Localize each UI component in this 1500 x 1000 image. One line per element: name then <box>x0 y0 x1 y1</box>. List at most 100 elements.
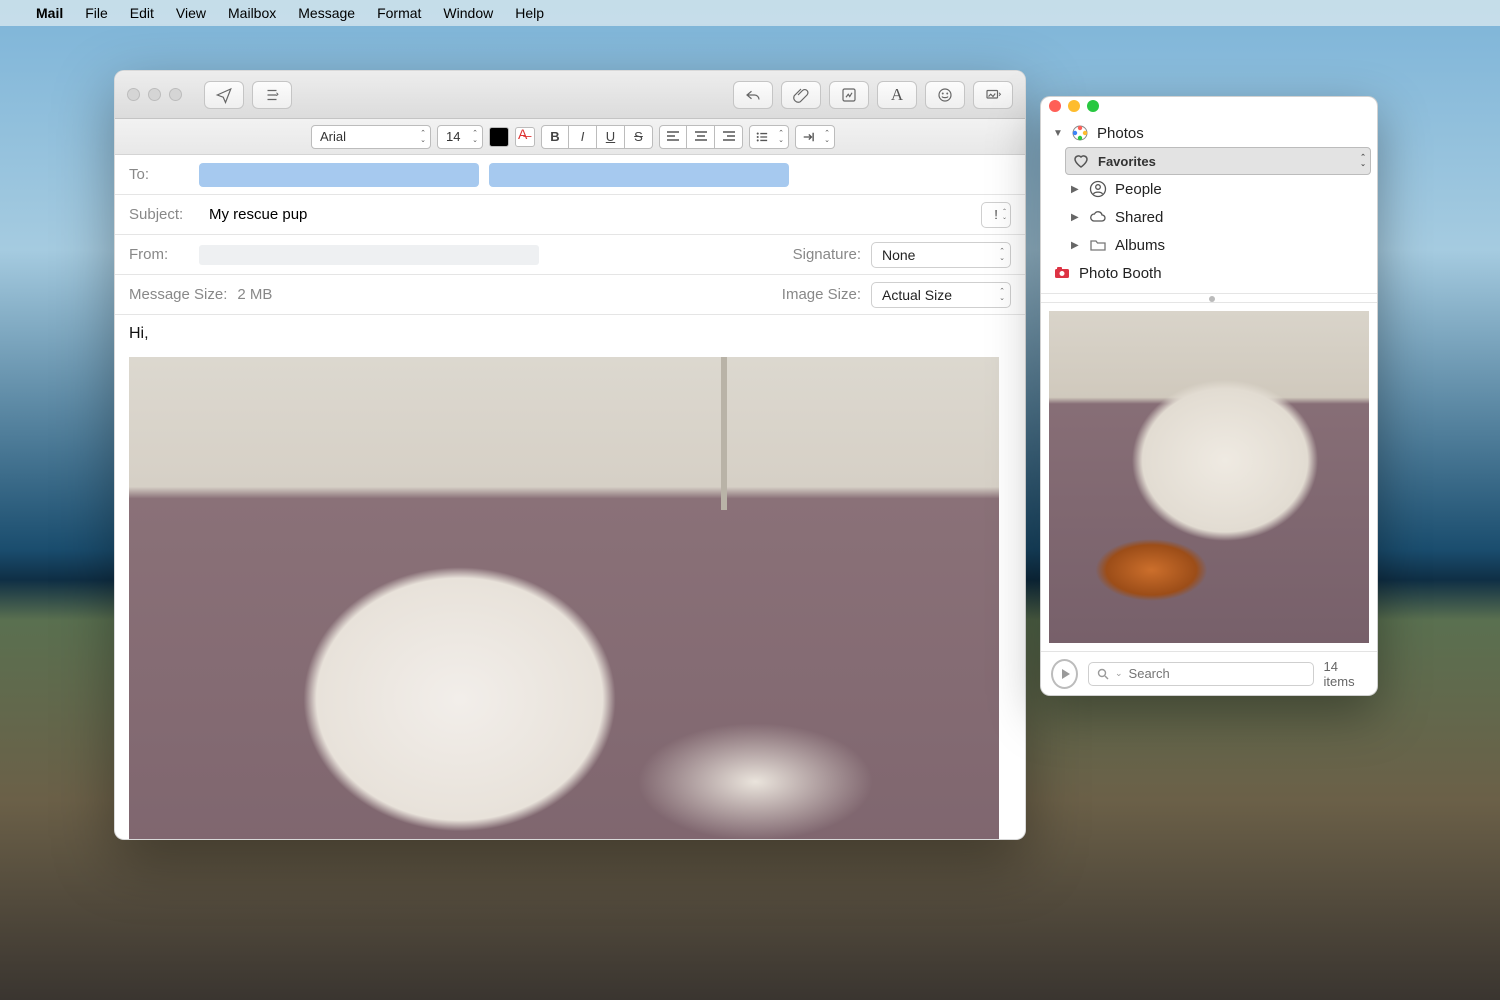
menu-mailbox[interactable]: Mailbox <box>228 5 276 21</box>
minimize-dot[interactable] <box>148 88 161 101</box>
close-dot[interactable] <box>1049 100 1061 112</box>
photo-browser-button[interactable] <box>973 81 1013 109</box>
source-shared-label: Shared <box>1115 209 1163 226</box>
italic-button[interactable]: I <box>569 125 597 149</box>
disclosure-right-icon: ▶ <box>1071 212 1081 223</box>
menu-help[interactable]: Help <box>515 5 544 21</box>
image-size-label: Image Size: <box>782 286 861 303</box>
menu-bar: Mail File Edit View Mailbox Message Form… <box>0 0 1500 26</box>
strike-button[interactable]: S <box>625 125 653 149</box>
menu-view[interactable]: View <box>176 5 206 21</box>
cloud-icon <box>1089 208 1107 226</box>
paper-plane-icon <box>215 86 233 104</box>
source-photos-label: Photos <box>1097 125 1144 142</box>
source-favorites[interactable]: Favorites <box>1065 147 1371 175</box>
message-size-value: 2 MB <box>237 286 272 303</box>
attach-button[interactable] <box>781 81 821 109</box>
menu-file[interactable]: File <box>85 5 108 21</box>
image-stepper-icon <box>984 86 1002 104</box>
letter-a-icon: A <box>891 85 903 105</box>
emoji-button[interactable] <box>925 81 965 109</box>
subject-label: Subject: <box>129 206 199 223</box>
compose-toolbar: A <box>115 71 1025 119</box>
heart-icon <box>1072 152 1090 170</box>
align-center-button[interactable] <box>687 125 715 149</box>
remove-color-swatch[interactable]: A̶ <box>515 127 535 147</box>
markup-icon <box>840 86 858 104</box>
photo-browser-panel: ▼ Photos Favorites ▶ People ▶ Shared <box>1040 96 1378 696</box>
menu-edit[interactable]: Edit <box>130 5 154 21</box>
app-menu[interactable]: Mail <box>36 5 63 21</box>
source-shared[interactable]: ▶ Shared <box>1065 203 1371 231</box>
split-handle[interactable] <box>1041 293 1377 303</box>
signature-label: Signature: <box>793 246 861 263</box>
to-row[interactable]: To: <box>115 155 1025 195</box>
slideshow-button[interactable] <box>1051 659 1078 689</box>
search-scope-icon: ⌄ <box>1115 668 1123 679</box>
body-greeting: Hi, <box>129 325 1011 343</box>
subject-row: Subject: ! <box>115 195 1025 235</box>
bold-button[interactable]: B <box>541 125 569 149</box>
send-button[interactable] <box>204 81 244 109</box>
from-account[interactable] <box>199 245 539 265</box>
menu-format[interactable]: Format <box>377 5 421 21</box>
source-albums[interactable]: ▶ Albums <box>1065 231 1371 259</box>
search-field[interactable]: ⌄ <box>1088 662 1314 686</box>
list-style-select[interactable] <box>749 125 789 149</box>
disclosure-right-icon: ▶ <box>1071 240 1081 251</box>
magnifier-icon <box>1097 668 1109 680</box>
font-family-select[interactable]: Arial <box>311 125 431 149</box>
align-left-icon <box>666 130 680 144</box>
source-photo-booth[interactable]: Photo Booth <box>1047 259 1371 287</box>
source-photos[interactable]: ▼ Photos <box>1047 119 1371 147</box>
from-label: From: <box>129 246 189 263</box>
source-favorites-label: Favorites <box>1098 154 1156 169</box>
thumbnail-image[interactable] <box>1049 311 1369 643</box>
subject-input[interactable] <box>209 206 971 223</box>
photos-app-icon <box>1071 124 1089 142</box>
zoom-dot[interactable] <box>169 88 182 101</box>
recipient-token[interactable] <box>199 163 479 187</box>
align-center-icon <box>694 130 708 144</box>
align-left-button[interactable] <box>659 125 687 149</box>
embedded-image[interactable] <box>129 357 999 839</box>
font-size-select[interactable]: 14 <box>437 125 483 149</box>
search-input[interactable] <box>1129 666 1305 681</box>
panel-titlebar <box>1041 97 1377 115</box>
to-label: To: <box>129 166 189 183</box>
header-fields-button[interactable] <box>252 81 292 109</box>
reply-button[interactable] <box>733 81 773 109</box>
markup-button[interactable] <box>829 81 869 109</box>
emoji-icon <box>936 86 954 104</box>
message-body[interactable]: Hi, <box>115 315 1025 839</box>
mail-compose-window: A Arial 14 A̶ B I U S <box>114 70 1026 840</box>
image-size-select[interactable]: Actual Size <box>871 282 1011 308</box>
text-color-swatch[interactable] <box>489 127 509 147</box>
menu-window[interactable]: Window <box>443 5 493 21</box>
folder-icon <box>1089 236 1107 254</box>
recipient-token[interactable] <box>489 163 789 187</box>
person-circle-icon <box>1089 180 1107 198</box>
priority-select[interactable]: ! <box>981 202 1011 228</box>
list-icon <box>263 86 281 104</box>
disclosure-down-icon: ▼ <box>1053 128 1063 139</box>
from-row: From: Signature: None <box>115 235 1025 275</box>
source-people[interactable]: ▶ People <box>1065 175 1371 203</box>
photo-booth-icon <box>1053 264 1071 282</box>
menu-message[interactable]: Message <box>298 5 355 21</box>
zoom-dot[interactable] <box>1087 100 1099 112</box>
indent-select[interactable] <box>795 125 835 149</box>
close-dot[interactable] <box>127 88 140 101</box>
source-list: ▼ Photos Favorites ▶ People ▶ Shared <box>1041 115 1377 293</box>
compose-headers: To: Subject: ! From: Signature: None Mes… <box>115 155 1025 315</box>
window-controls <box>127 88 182 101</box>
align-right-button[interactable] <box>715 125 743 149</box>
strike-a-icon: A̶ <box>518 126 527 142</box>
item-count: 14 items <box>1324 659 1367 689</box>
underline-button[interactable]: U <box>597 125 625 149</box>
minimize-dot[interactable] <box>1068 100 1080 112</box>
signature-select[interactable]: None <box>871 242 1011 268</box>
source-people-label: People <box>1115 181 1162 198</box>
paperclip-icon <box>792 86 810 104</box>
format-button[interactable]: A <box>877 81 917 109</box>
